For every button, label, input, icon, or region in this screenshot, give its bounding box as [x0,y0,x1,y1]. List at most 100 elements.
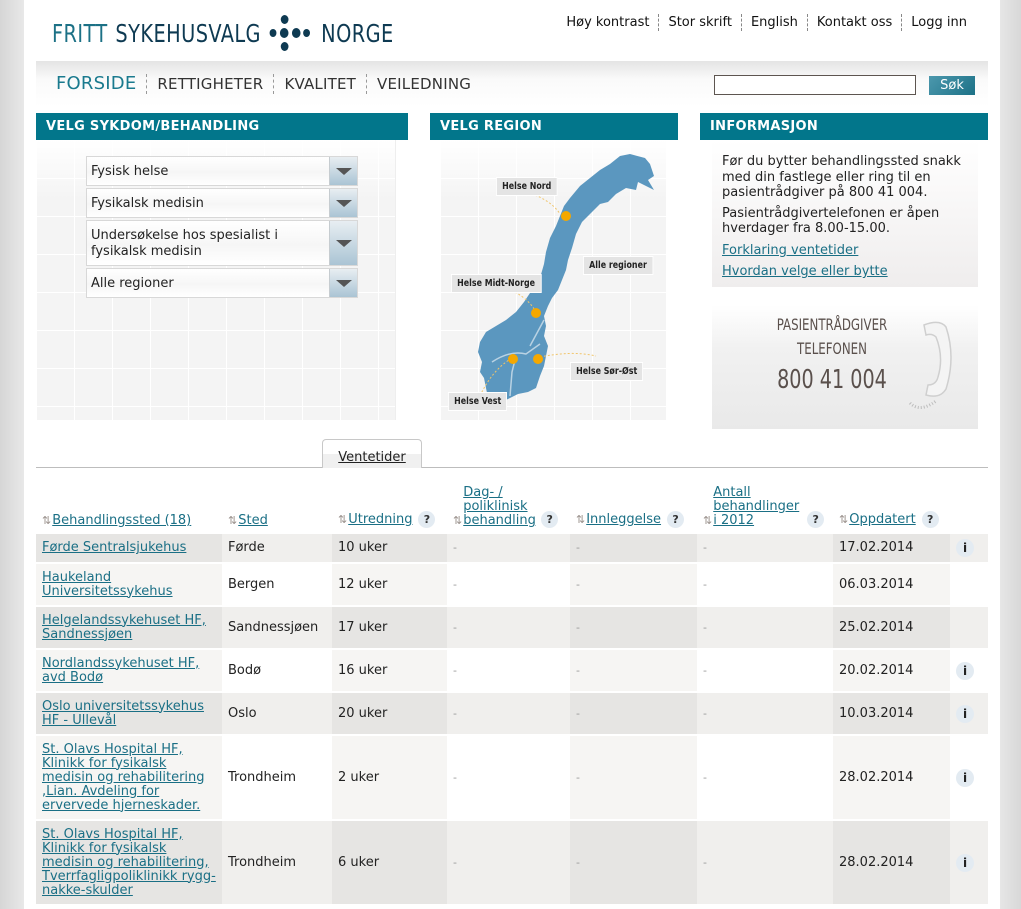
col-header-behandlingssted[interactable]: ⇅ Behandlingssted (18) [36,480,222,534]
help-icon[interactable]: ? [418,511,436,528]
table-header-row: ⇅ Behandlingssted (18) ⇅ Sted ⇅ Utredning? … [36,480,988,534]
util-link-high-contrast[interactable]: Høy kontrast [557,14,658,31]
sort-link-utredning[interactable]: Utredning [348,512,412,527]
cell-utredning-cell: 20 uker [332,692,447,736]
hospital-link[interactable]: Førde Sentralsjukehus [42,540,186,555]
select-specialty-value: Fysikalsk medisin [91,196,204,211]
nav-kvalitet[interactable]: KVALITET [273,74,366,94]
hospital-link[interactable]: Helgelandssykehuset HF, Sandnessjøen [42,613,206,642]
region-map[interactable]: Helse Nord Alle regioner Helse Midt-Norg… [440,140,666,420]
sort-link-innleggelse[interactable]: Innleggelse [586,512,661,527]
link-forklaring-ventetider[interactable]: Forklaring ventetider [722,243,968,259]
util-link-contact[interactable]: Kontakt oss [806,14,901,31]
hospital-link-cell: St. Olavs Hospital HF, Klinikk for fysik… [36,820,222,906]
cell-utredning-cell: 10 uker [332,534,447,564]
map-label-helse-sor-ost[interactable]: Helse Sør-Øst [570,362,644,381]
cell-antall: - [703,541,707,554]
sort-icon[interactable]: ⇅ [42,514,51,527]
util-link-large-text[interactable]: Stor skrift [658,14,740,31]
map-dot-sorost[interactable] [533,354,543,364]
chevron-down-icon [329,269,357,297]
cell-oppdatert-cell: 06.03.2014 [833,563,950,607]
help-icon[interactable]: ? [807,511,825,528]
cell-antall: - [703,620,707,634]
map-label-alle-regioner[interactable]: Alle regioner [583,256,654,275]
sort-link-sted[interactable]: Sted [238,513,268,528]
search-input[interactable] [714,75,916,95]
sort-icon[interactable]: ⇅ [703,514,712,528]
sort-link-oppdatert[interactable]: Oppdatert [849,512,916,527]
select-treatment[interactable]: Undersøkelse hos spesialist i fysikalsk … [86,220,358,266]
help-icon[interactable]: ? [921,511,939,528]
nav-forside[interactable]: FORSIDE [56,74,146,94]
select-category[interactable]: Fysisk helse [86,156,358,186]
map-dot-nord[interactable] [561,211,571,221]
info-panel: INFORMASJON Før du bytter behandlingsste… [700,113,988,433]
phone-banner[interactable]: PASIENTRÅDGIVER TELEFONEN 800 41 004 [712,305,978,429]
map-dot-vest[interactable] [508,354,518,364]
sort-icon[interactable]: ⇅ [576,513,585,526]
help-icon[interactable]: ? [667,511,685,528]
cell-dag-poliklinisk-cell: - [447,692,570,736]
hospital-link[interactable]: St. Olavs Hospital HF, Klinikk for fysik… [42,742,205,813]
col-header-utredning[interactable]: ⇅ Utredning? [332,480,447,534]
tab-ventetider[interactable]: Ventetider [322,439,422,468]
sort-icon[interactable]: ⇅ [453,514,462,528]
map-dot-midt[interactable] [531,308,541,318]
main-nav-bar: FORSIDE RETTIGHETER KVALITET VEILEDNING … [36,61,988,107]
sort-link-antall[interactable]: Antall behandlinger i 2012 [713,486,799,528]
col-header-sted[interactable]: ⇅ Sted [222,480,332,534]
tab-ventetider-label[interactable]: Ventetider [338,450,406,465]
table-row: Førde Sentralsjukehus Førde 10 uker - - - 17.0… [36,534,988,564]
cell-dag-poliklinisk: - [453,770,457,784]
help-icon[interactable]: ? [541,511,559,528]
cell-innleggelse-cell: - [570,692,697,736]
col-header-innleggelse[interactable]: ⇅ Innleggelse? [570,480,697,534]
info-icon[interactable]: i [956,768,974,787]
select-region[interactable]: Alle regioner [86,268,358,298]
info-cell: i [950,649,988,693]
cell-utredning: 10 uker [338,540,388,555]
cell-antall-cell: - [697,649,833,693]
cell-dag-poliklinisk: - [453,577,457,591]
nav-veiledning[interactable]: VEILEDNING [366,74,481,94]
info-icon[interactable]: i [956,661,974,680]
hospital-link[interactable]: Haukeland Universitetssykehus [42,570,173,599]
cell-dag-poliklinisk-cell: - [447,563,570,607]
sort-icon[interactable]: ⇅ [839,513,848,526]
hospital-link[interactable]: Nordlandssykehuset HF, avd Bodø [42,656,199,685]
info-icon[interactable]: i [956,704,974,723]
table-row: Nordlandssykehuset HF, avd Bodø Bodø 16 uk… [36,649,988,693]
hospital-link[interactable]: Oslo universitetssykehus HF - Ullevål [42,699,204,728]
util-link-english[interactable]: English [740,14,807,31]
search-button[interactable]: Søk [929,76,975,95]
region-panel: VELG REGION Helse Nord Alle regioner Hel… [430,113,678,420]
map-label-helse-midt-norge[interactable]: Helse Midt-Norge [451,274,542,293]
sort-link-dag-poliklinisk[interactable]: Dag- / poliklinisk behandling [463,486,536,528]
cell-antall: - [703,663,707,677]
info-icon[interactable]: i [956,853,974,872]
col-header-antall[interactable]: ⇅ Antall behandlinger i 2012? [697,480,833,534]
col-header-oppdatert[interactable]: ⇅ Oppdatert? [833,480,950,534]
col-header-dag-poliklinisk[interactable]: ⇅ Dag- / poliklinisk behandling? [447,480,570,534]
cell-innleggelse-cell: - [570,735,697,821]
cell-oppdatert-cell: 28.02.2014 [833,735,950,821]
logo[interactable]: FRITT SYKEHUSVALG NORGE [52,14,449,52]
sort-link-behandlingssted[interactable]: Behandlingssted (18) [52,513,191,528]
hospital-link[interactable]: St. Olavs Hospital HF, Klinikk for fysik… [42,827,216,898]
info-cell: i [950,735,988,821]
sort-icon[interactable]: ⇅ [228,514,237,527]
cell-utredning-cell: 16 uker [332,649,447,693]
nav-rettigheter[interactable]: RETTIGHETER [146,74,273,94]
info-icon[interactable]: i [956,539,974,557]
select-specialty[interactable]: Fysikalsk medisin [86,188,358,218]
sort-icon[interactable]: ⇅ [338,513,347,526]
map-label-helse-vest[interactable]: Helse Vest [448,392,508,411]
link-hvordan-velge[interactable]: Hvordan velge eller bytte [722,264,968,280]
map-label-helse-nord[interactable]: Helse Nord [496,177,558,196]
cell-oppdatert-cell: 28.02.2014 [833,820,950,906]
cell-innleggelse: - [576,577,580,591]
chevron-down-icon [329,189,357,217]
cell-oppdatert: 06.03.2014 [839,576,914,592]
util-link-login[interactable]: Logg inn [901,14,976,31]
